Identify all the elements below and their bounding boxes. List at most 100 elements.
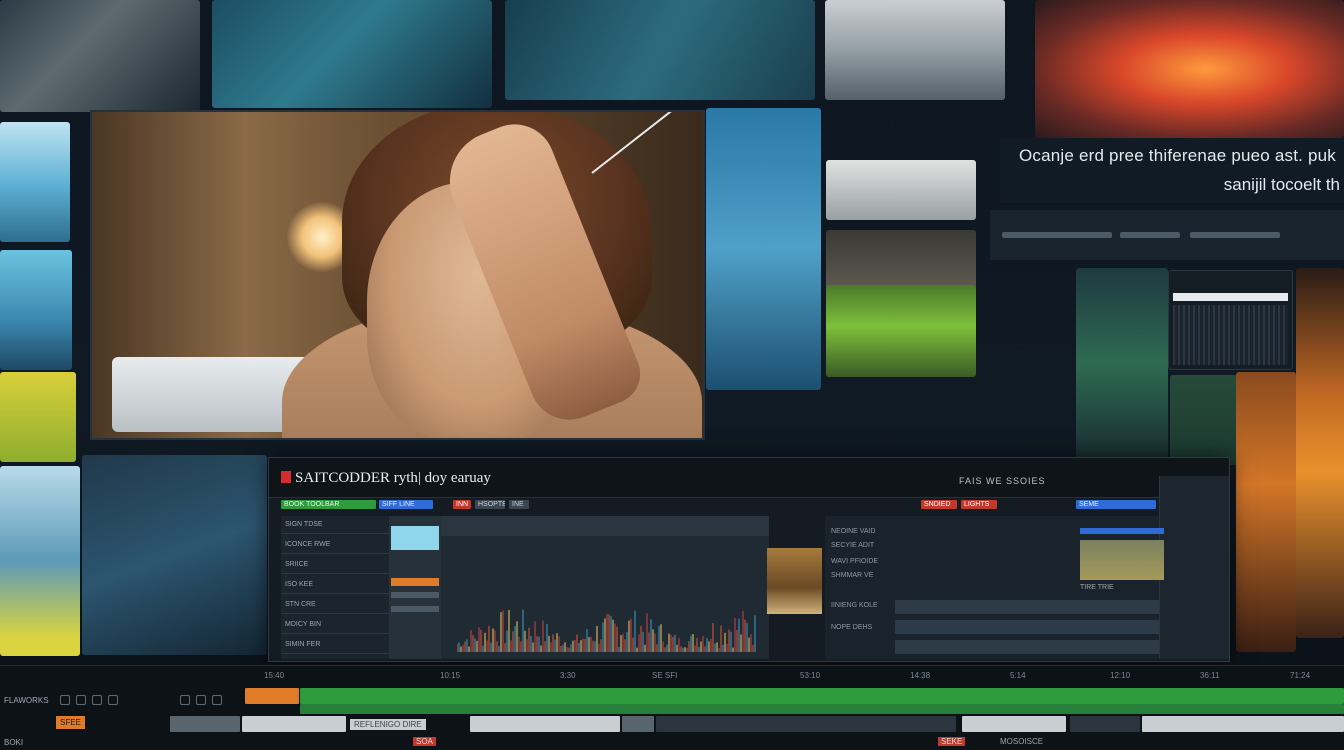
timeline-clip[interactable] — [170, 716, 240, 732]
timeline-tool-button[interactable] — [108, 695, 118, 705]
timeline-clip[interactable] — [656, 716, 956, 732]
monitor-thumbnail — [826, 285, 976, 377]
monitor-thumbnail — [82, 455, 267, 655]
monitor-thumbnail — [825, 0, 1005, 100]
panel-row[interactable]: MDICY BIN — [281, 616, 389, 634]
track-label: SHMMAR VE — [831, 572, 874, 579]
timeline-clip[interactable] — [1142, 716, 1344, 732]
tab-book-toolbar[interactable]: BOOK TOOLBAR — [281, 500, 376, 509]
timeline-clip[interactable] — [470, 716, 620, 732]
side-progress — [1080, 528, 1164, 534]
timeline-tool-button[interactable] — [196, 695, 206, 705]
monitor-thumbnail — [0, 372, 76, 462]
timeline-tool-button[interactable] — [60, 695, 70, 705]
panel-row-label: MDICY BIN — [285, 621, 322, 628]
gray-slider[interactable] — [391, 592, 439, 598]
track-label: NOPE DEHS — [831, 624, 873, 631]
track-label: IINIENG KOLE — [831, 602, 878, 609]
panel-row[interactable]: ISO KEE — [281, 576, 389, 594]
timeline-clip-label: MOSOISCE — [1000, 737, 1044, 746]
monitor-thumbnail — [1236, 372, 1296, 652]
timeline-clip[interactable] — [622, 716, 654, 732]
editor-title-text: SAITCODDER ryth| doy earuay — [295, 470, 491, 486]
side-thumbnail[interactable] — [1080, 540, 1164, 580]
monitor-thumbnail — [826, 160, 976, 220]
gray-slider[interactable] — [391, 606, 439, 612]
timeline-panel[interactable]: 15:40 10:15 3:30 SE SFI 53:10 14:38 5:14… — [0, 665, 1344, 750]
monitor-thumbnail — [1296, 268, 1344, 638]
panel-row-label: SIGN TDSE — [285, 521, 323, 528]
editor-left-panel: SIGN TDSE ICONCE RWE SRIICE ISO KEE STN … — [281, 516, 389, 659]
viewer-header — [441, 516, 769, 536]
editor-title-right: FAIS WE SSOIES — [959, 476, 1046, 486]
monitor-thumbnail — [212, 0, 492, 108]
video-editor-window[interactable]: SAITCODDER ryth| doy earuay FAIS WE SSOI… — [268, 457, 1230, 662]
caption-line-1: Ocanje erd pree thiferenae pueo ast. puk — [1018, 146, 1336, 165]
ruler-tick: 53:10 — [800, 671, 821, 680]
timeline-clip-orange[interactable] — [245, 688, 299, 704]
monitor-thumbnail — [505, 0, 815, 100]
panel-row[interactable]: STN CRE — [281, 596, 389, 614]
timeline-track-green-2[interactable] — [300, 704, 1344, 714]
timeline-track-green[interactable] — [300, 688, 1344, 704]
ruler-tick: 3:30 — [560, 671, 576, 680]
timeline-clip[interactable] — [1070, 716, 1140, 732]
orange-slider[interactable] — [391, 578, 439, 586]
monitor-thumbnail — [1035, 0, 1344, 138]
clip-thumbnail[interactable] — [767, 548, 822, 614]
color-swatch[interactable] — [391, 526, 439, 550]
ruler-tick: 15:40 — [264, 671, 285, 680]
timeline-clip[interactable] — [242, 716, 346, 732]
panel-row[interactable]: ICONCE RWE — [281, 536, 389, 554]
monitor-thumbnail — [826, 230, 976, 290]
tab-lights[interactable]: LIGHTS — [961, 500, 997, 509]
monitor-thumbnail — [0, 0, 200, 112]
monitor-thumbnail — [0, 122, 70, 242]
timeline-clip[interactable] — [962, 716, 1066, 732]
panel-row[interactable]: SIGN TDSE — [281, 516, 389, 534]
overlay-caption: Ocanje erd pree thiferenae pueo ast. puk… — [1000, 138, 1344, 203]
app-logo-icon — [281, 471, 291, 483]
ruler-tick: 14:38 — [910, 671, 931, 680]
ruler-tick: 71:24 — [1290, 671, 1311, 680]
editor-properties-panel — [389, 516, 441, 659]
track-label: NEOINE VAID — [831, 528, 876, 535]
monitor-thumbnail — [1076, 268, 1168, 458]
timeline-tag[interactable]: SEKE — [938, 737, 966, 746]
tab-inn[interactable]: INN — [453, 500, 471, 509]
timeline-tool-button[interactable] — [92, 695, 102, 705]
tab-hsopte[interactable]: HSOPTE — [475, 500, 505, 509]
timeline-tool-label[interactable]: BOKI — [4, 738, 23, 747]
tab-seme[interactable]: SEME — [1076, 500, 1156, 509]
monitor-thumbnail — [1168, 270, 1293, 370]
panel-row[interactable]: SIMIN FER — [281, 636, 389, 654]
panel-row-label: STN CRE — [285, 601, 316, 608]
panel-row-label: SRIICE — [285, 561, 309, 568]
timeline-tool-button[interactable] — [180, 695, 190, 705]
track-label: WAVI PFIOIDE — [831, 558, 879, 565]
track-label: SECYIE ADIT — [831, 542, 875, 549]
caption-line-2: sanijil tocoelt th — [1223, 175, 1340, 194]
monitor-thumbnail — [706, 108, 821, 390]
timeline-tool-label[interactable]: FLAWORKS — [4, 696, 49, 705]
timeline-tag[interactable]: SOA — [413, 737, 436, 746]
ruler-tick: 12:10 — [1110, 671, 1131, 680]
panel-row-label: SIMIN FER — [285, 641, 321, 648]
timeline-clip-label[interactable]: REFLENIGO DIRE — [350, 719, 426, 730]
panel-row-label: ISO KEE — [285, 581, 314, 588]
video-preview-frame[interactable] — [90, 110, 705, 440]
tab-siff-line[interactable]: SIFF LINE — [379, 500, 433, 509]
editor-tab-strip: BOOK TOOLBAR SIFF LINE INN HSOPTE INE SN… — [281, 500, 1221, 514]
timeline-clip-label[interactable]: SFEE — [56, 716, 85, 729]
timeline-tool-button[interactable] — [76, 695, 86, 705]
monitor-thumbnail — [0, 466, 80, 656]
timeline-tool-button[interactable] — [212, 695, 222, 705]
tab-sndied[interactable]: SNDIED — [921, 500, 957, 509]
tab-ine[interactable]: INE — [509, 500, 529, 509]
timeline-ruler: 15:40 10:15 3:30 SE SFI 53:10 14:38 5:14… — [0, 666, 1344, 684]
editor-title-bar: SAITCODDER ryth| doy earuay FAIS WE SSOI… — [269, 458, 1229, 498]
ruler-tick: 36:11 — [1200, 671, 1220, 680]
panel-row[interactable]: SRIICE — [281, 556, 389, 574]
panel-row-label: ICONCE RWE — [285, 541, 331, 548]
editor-side-panel: TIRE TRIE — [1080, 476, 1229, 659]
